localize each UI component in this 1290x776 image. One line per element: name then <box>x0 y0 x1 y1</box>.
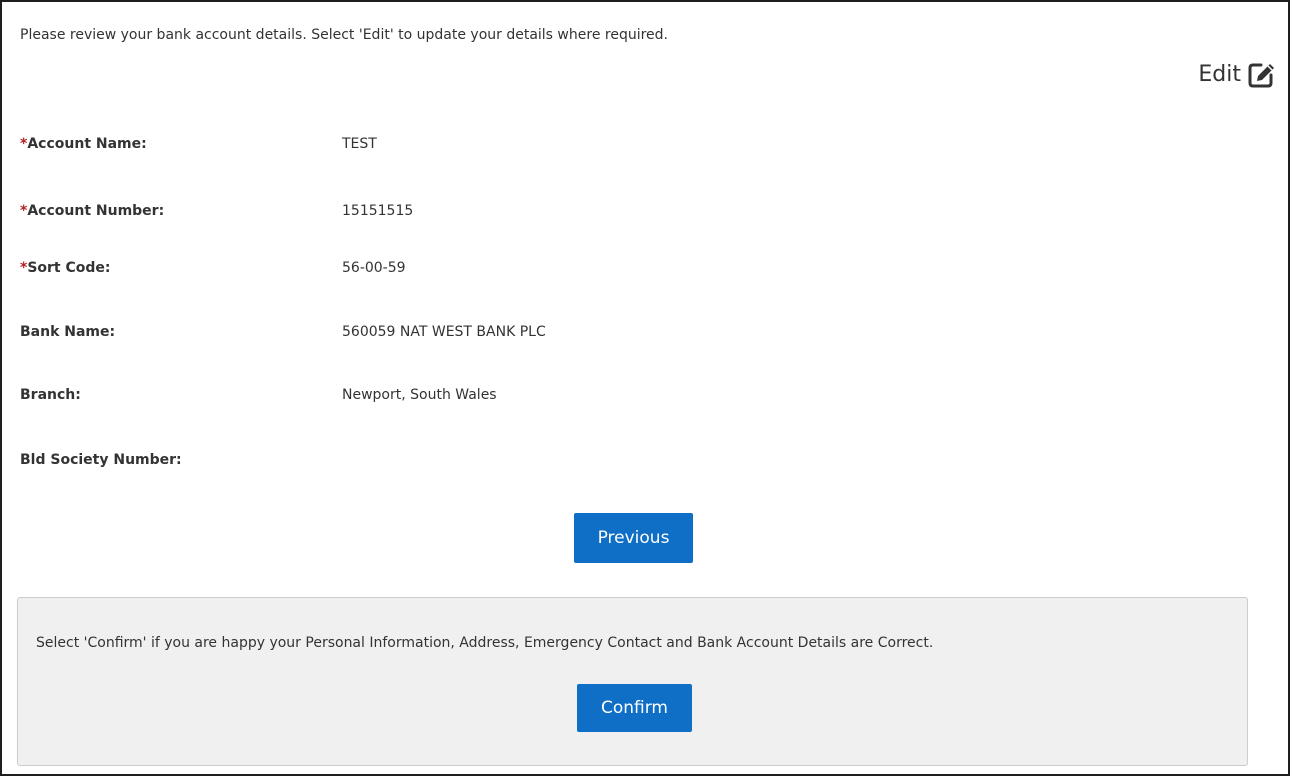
account-name-value: TEST <box>342 136 377 152</box>
field-branch: Branch: Newport, South Wales <box>20 385 920 405</box>
bank-name-label: Bank Name: <box>20 324 116 340</box>
bank-details-review-panel: Please review your bank account details.… <box>0 0 1290 776</box>
field-sort-code: *Sort Code: 56-00-59 <box>20 258 920 278</box>
account-number-label: *Account Number: <box>20 203 165 219</box>
edit-icon <box>1247 60 1276 89</box>
branch-label: Branch: <box>20 387 81 403</box>
field-account-number: *Account Number: 15151515 <box>20 201 920 221</box>
edit-label: Edit <box>1198 61 1241 87</box>
field-account-name: *Account Name: TEST <box>20 134 920 154</box>
account-name-label: *Account Name: <box>20 136 147 152</box>
bank-name-value: 560059 NAT WEST BANK PLC <box>342 324 546 340</box>
sort-code-label: *Sort Code: <box>20 260 111 276</box>
confirm-message: Select 'Confirm' if you are happy your P… <box>36 635 934 651</box>
previous-button[interactable]: Previous <box>574 513 693 563</box>
sort-code-value: 56-00-59 <box>342 260 406 276</box>
bld-society-number-label: Bld Society Number: <box>20 452 182 468</box>
intro-text: Please review your bank account details.… <box>20 27 668 43</box>
confirm-panel: Select 'Confirm' if you are happy your P… <box>17 597 1248 766</box>
edit-link[interactable]: Edit <box>1198 60 1276 89</box>
account-number-value: 15151515 <box>342 203 414 219</box>
confirm-button[interactable]: Confirm <box>577 684 692 732</box>
branch-value: Newport, South Wales <box>342 387 497 403</box>
field-bld-society-number: Bld Society Number: <box>20 450 920 470</box>
field-bank-name: Bank Name: 560059 NAT WEST BANK PLC <box>20 322 920 342</box>
